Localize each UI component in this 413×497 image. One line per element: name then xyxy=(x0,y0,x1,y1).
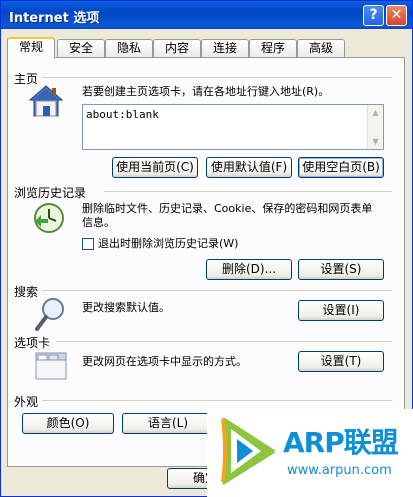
tab-connections[interactable]: 连接 xyxy=(201,39,249,57)
appearance-divider xyxy=(42,400,392,401)
tab-programs[interactable]: 程序 xyxy=(249,39,297,57)
general-tab-panel: 主页 若要创建主页选项卡，请在各地址行键入地址(R)。 about:blank … xyxy=(7,57,405,467)
tab-general[interactable]: 常规 xyxy=(7,37,55,58)
window-title: Internet 选项 xyxy=(9,11,100,26)
internet-options-dialog: Internet 选项 ? ✕ 常规 安全 隐私 内容 连接 程序 高级 主页 … xyxy=(0,0,413,497)
scroll-down-icon[interactable]: ▼ xyxy=(369,135,382,148)
use-blank-button[interactable]: 使用空白页(B) xyxy=(298,157,384,178)
delete-history-button[interactable]: 删除(D)... xyxy=(206,259,292,280)
tabs-window-icon xyxy=(35,352,67,380)
home-url-scrollbar[interactable]: ▲ ▼ xyxy=(367,105,383,149)
tabs-description: 更改网页在选项卡中显示的方式。 xyxy=(82,355,247,368)
help-button[interactable]: ? xyxy=(363,5,384,26)
clock-icon xyxy=(34,203,64,233)
tabs-settings-button[interactable]: 设置(T) xyxy=(298,351,384,372)
watermark-url: www.arpun.com xyxy=(287,463,392,478)
close-button[interactable]: ✕ xyxy=(386,5,407,26)
watermark-overlay: ARP联盟 www.arpun.com xyxy=(207,409,413,497)
search-settings-button[interactable]: 设置(I) xyxy=(298,300,384,321)
delete-on-exit-label[interactable]: 退出时删除浏览历史记录(W) xyxy=(98,237,238,251)
watermark-brand: ARP联盟 xyxy=(283,426,399,459)
play-logo-icon xyxy=(221,417,275,485)
scroll-up-icon[interactable]: ▲ xyxy=(369,106,382,119)
home-icon xyxy=(28,85,64,117)
search-description: 更改搜索默认值。 xyxy=(82,301,170,314)
magnifier-icon xyxy=(35,298,64,331)
delete-on-exit-checkbox[interactable] xyxy=(82,238,94,250)
use-current-button[interactable]: 使用当前页(C) xyxy=(112,157,198,178)
search-divider xyxy=(42,290,392,291)
tab-advanced[interactable]: 高级 xyxy=(297,39,345,57)
home-url-value: about:blank xyxy=(86,108,159,121)
tab-privacy[interactable]: 隐私 xyxy=(105,39,153,57)
languages-button[interactable]: 语言(L) xyxy=(122,413,214,434)
title-bar[interactable]: Internet 选项 ? ✕ xyxy=(1,1,412,29)
tabs-divider xyxy=(56,341,392,342)
colors-button[interactable]: 颜色(O) xyxy=(22,413,114,434)
history-section-title: 浏览历史记录 xyxy=(14,186,87,200)
history-description: 删除临时文件、历史记录、Cookie、保存的密码和网页表单信息。 xyxy=(82,202,373,229)
home-divider xyxy=(42,77,392,78)
use-default-button[interactable]: 使用默认值(F) xyxy=(206,157,292,178)
appearance-section-title: 外观 xyxy=(14,395,39,409)
home-description: 若要创建主页选项卡，请在各地址行键入地址(R)。 xyxy=(82,85,330,98)
home-url-textarea[interactable]: about:blank ▲ ▼ xyxy=(82,104,384,150)
tab-content[interactable]: 内容 xyxy=(153,39,201,57)
tab-security[interactable]: 安全 xyxy=(57,39,105,57)
history-divider xyxy=(104,191,392,192)
history-settings-button[interactable]: 设置(S) xyxy=(298,259,384,280)
